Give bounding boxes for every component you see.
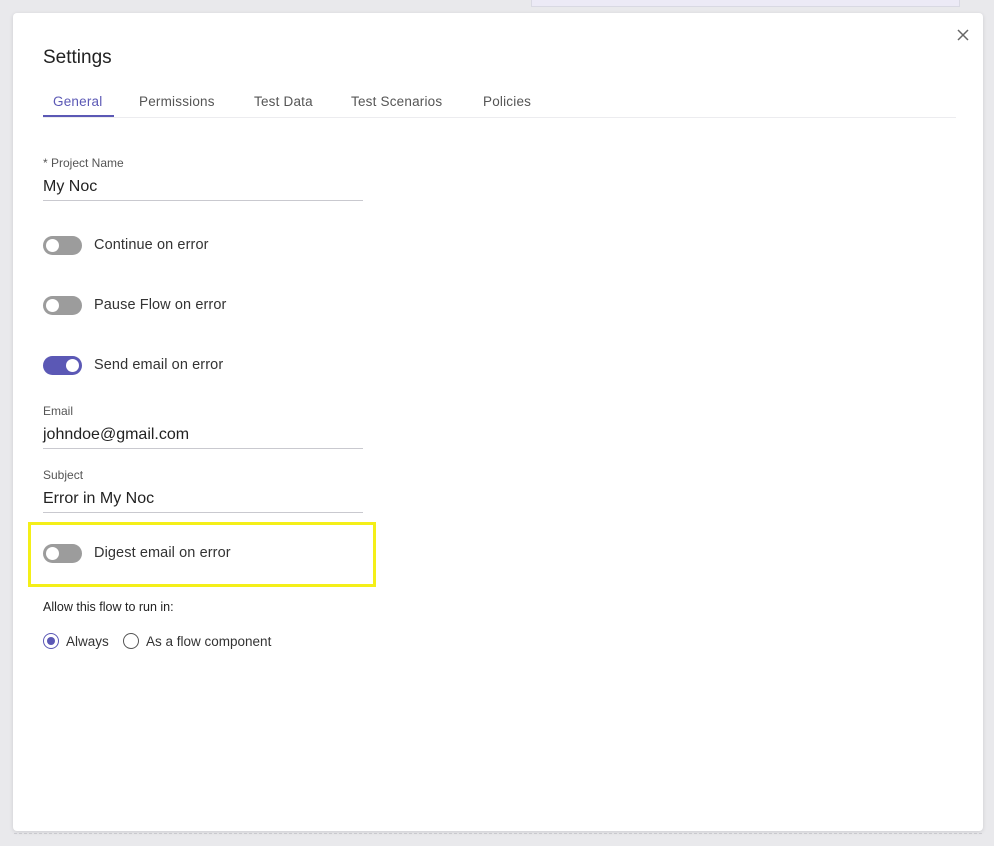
settings-dialog: Settings General Permissions Test Data T…	[13, 13, 983, 831]
pause-flow-on-error-row: Pause Flow on error	[43, 296, 363, 316]
tab-policies[interactable]: Policies	[483, 94, 531, 109]
email-label: Email	[43, 404, 74, 418]
digest-email-on-error-toggle[interactable]	[43, 544, 82, 563]
continue-on-error-label: Continue on error	[94, 237, 209, 253]
toggle-knob	[46, 239, 59, 252]
close-button[interactable]	[955, 27, 971, 43]
digest-email-on-error-label: Digest email on error	[94, 545, 231, 561]
radio-always-label: Always	[66, 634, 109, 649]
tab-permissions[interactable]: Permissions	[139, 94, 215, 109]
continue-on-error-row: Continue on error	[43, 236, 363, 256]
toggle-knob	[66, 359, 79, 372]
subject-field[interactable]: Error in My Noc	[43, 486, 363, 513]
background-divider	[14, 833, 982, 835]
run-in-label: Allow this flow to run in:	[43, 600, 174, 614]
send-email-on-error-row: Send email on error	[43, 356, 363, 376]
project-name-label: * Project Name	[43, 156, 124, 170]
background-panel	[531, 0, 960, 7]
radio-always-button[interactable]	[43, 633, 59, 649]
send-email-on-error-label: Send email on error	[94, 357, 224, 373]
pause-flow-on-error-label: Pause Flow on error	[94, 297, 227, 313]
digest-email-on-error-row: Digest email on error	[43, 544, 363, 564]
project-name-input[interactable]: My Noc	[43, 174, 363, 201]
toggle-knob	[46, 299, 59, 312]
email-field[interactable]: johndoe@gmail.com	[43, 422, 363, 449]
pause-flow-on-error-toggle[interactable]	[43, 296, 82, 315]
radio-flow-component-button[interactable]	[123, 633, 139, 649]
tab-bar: General Permissions Test Data Test Scena…	[43, 89, 956, 118]
tab-test-data[interactable]: Test Data	[254, 94, 313, 109]
send-email-on-error-toggle[interactable]	[43, 356, 82, 375]
toggle-knob	[46, 547, 59, 560]
close-icon	[957, 29, 969, 41]
tab-general[interactable]: General	[53, 94, 102, 109]
active-tab-indicator	[43, 115, 114, 117]
dialog-title: Settings	[43, 47, 112, 68]
radio-flow-component-label: As a flow component	[146, 634, 272, 649]
subject-label: Subject	[43, 468, 84, 482]
tab-test-scenarios[interactable]: Test Scenarios	[351, 94, 442, 109]
continue-on-error-toggle[interactable]	[43, 236, 82, 255]
